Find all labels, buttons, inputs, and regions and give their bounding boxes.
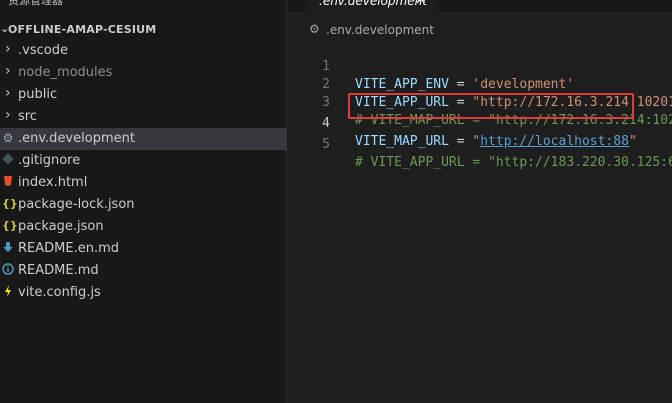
line-number: 5 [322, 137, 330, 152]
tree-item-label: .env.development [18, 131, 135, 146]
tree-item-label: README.md [18, 263, 99, 278]
gear-icon: ⚙ [309, 22, 320, 36]
code-line-3: 3 # VITE_MAP_URL = "http://172.16.3.214:… [288, 76, 672, 128]
tree-item-label: node_modules [18, 65, 113, 80]
tree-item-label: src [18, 109, 37, 124]
tree-item-label: vite.config.js [18, 285, 101, 300]
info-icon [2, 263, 14, 277]
close-icon[interactable]: ✕ [415, 0, 427, 8]
tree-item-label: package.json [18, 219, 104, 234]
highlight-box [348, 93, 634, 119]
html-icon [2, 175, 14, 189]
tree-item-label: .vscode [18, 43, 68, 58]
explorer-sidebar: 资源管理器 ··· ⌄ OFFLINE-AMAP-CESIUM › .vscod… [0, 0, 287, 403]
tree-item-vscode[interactable]: › .vscode [0, 40, 287, 62]
root-folder[interactable]: ⌄ OFFLINE-AMAP-CESIUM [0, 20, 287, 40]
git-icon [2, 153, 14, 167]
explorer-header: 资源管理器 ··· [0, 0, 287, 8]
tree-item-label: package-lock.json [18, 197, 135, 212]
quote-close: " [628, 134, 637, 149]
code-line-2: 2 VITE_APP_URL = "http://172.16.3.214:10… [288, 58, 672, 110]
tree-item-index-html[interactable]: index.html [0, 172, 287, 194]
editor-tabbar: .env.development ✕ [288, 0, 672, 13]
tree-item-src[interactable]: › src [0, 106, 287, 128]
tree-item-readme-en-md[interactable]: README.en.md [0, 238, 287, 260]
markdown-download-icon [2, 241, 14, 255]
chevron-right-icon: › [5, 85, 11, 101]
code-editor[interactable]: 1 VITE_APP_ENV = 'development' 2 VITE_AP… [288, 40, 672, 403]
chevron-right-icon: › [5, 107, 11, 123]
equals-sign: = [448, 134, 473, 149]
tree-item-public[interactable]: › public [0, 84, 287, 106]
tab-env-development[interactable]: .env.development ✕ [307, 0, 437, 13]
tree-item-vite-config-js[interactable]: vite.config.js [0, 282, 287, 304]
url-link[interactable]: http://localhost:88 [480, 134, 629, 149]
tree-item-readme-md[interactable]: README.md [0, 260, 287, 282]
chevron-right-icon: › [5, 41, 11, 57]
vite-icon [2, 285, 14, 299]
explorer-title: 资源管理器 [8, 0, 63, 7]
root-folder-label: OFFLINE-AMAP-CESIUM [8, 23, 157, 36]
json-icon: {} [2, 197, 18, 210]
json-icon: {} [2, 219, 18, 232]
chevron-right-icon: › [5, 63, 11, 79]
tree-item-label: public [18, 87, 58, 102]
gear-icon: ⚙ [2, 131, 14, 145]
comment-text: # VITE_APP_URL = "http://183.220.30.125:… [355, 155, 672, 170]
breadcrumb-item[interactable]: .env.development [326, 23, 434, 37]
breadcrumb: ⚙ .env.development [288, 20, 672, 40]
more-actions-icon[interactable]: ··· [258, 0, 272, 4]
tree-item-label: README.en.md [18, 241, 119, 256]
tree-item-env-development[interactable]: ⚙ .env.development [0, 128, 287, 150]
env-key: VITE_MAP_URL [355, 134, 449, 149]
tree-item-label: .gitignore [18, 153, 81, 168]
tree-item-node-modules[interactable]: › node_modules [0, 62, 287, 84]
tab-label: .env.development [319, 0, 427, 8]
code-line-1: 1 VITE_APP_ENV = 'development' [288, 40, 672, 92]
tree-item-label: index.html [18, 175, 88, 190]
tree-item-gitignore[interactable]: .gitignore [0, 150, 287, 172]
code-line-5: 5 # VITE_APP_URL = "http://183.220.30.12… [288, 118, 672, 170]
tree-item-package-lock-json[interactable]: {} package-lock.json [0, 194, 287, 216]
tree-item-package-json[interactable]: {} package.json [0, 216, 287, 238]
